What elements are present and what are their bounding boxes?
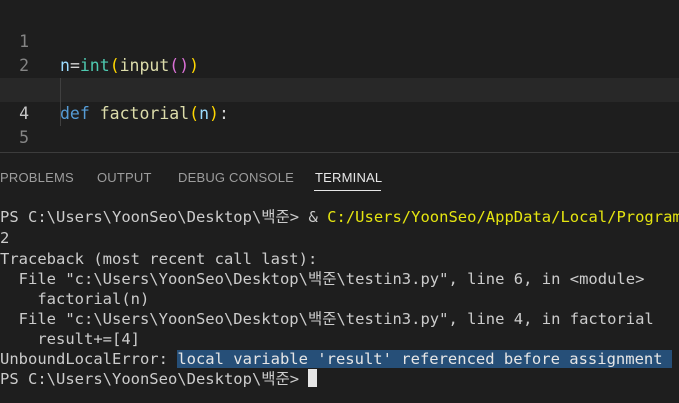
- bottom-panel: PROBLEMS OUTPUT DEBUG CONSOLE TERMINAL P…: [0, 152, 679, 403]
- terminal-line-prompt: PS C:\Users\YoonSeo\Desktop\백준>: [0, 369, 318, 389]
- indent-guide: [60, 78, 61, 102]
- tab-terminal[interactable]: TERMINAL: [315, 170, 382, 185]
- code-line[interactable]: 5 print(result): [0, 102, 679, 147]
- terminal-line-frame-code: factorial(n): [0, 290, 150, 308]
- code-line[interactable]: 1 n=int(input()): [0, 6, 679, 75]
- command-path: C:/Users/YoonSeo/AppData/Local/Programs/: [327, 208, 679, 226]
- tab-debug-console[interactable]: DEBUG CONSOLE: [178, 170, 294, 185]
- terminal-cursor: [308, 369, 318, 387]
- indent-guide: [60, 102, 61, 126]
- editor-scrolled-line-fragment: ‾‾‾: [60, 0, 90, 5]
- panel-tab-bar: PROBLEMS OUTPUT DEBUG CONSOLE TERMINAL: [0, 153, 679, 201]
- code-line[interactable]: 3 def factorial(n):: [0, 54, 679, 123]
- terminal-line-frame-file: File "c:\Users\YoonSeo\Desktop\백준\testin…: [0, 310, 654, 328]
- command-operator: &: [308, 208, 328, 226]
- tab-output[interactable]: OUTPUT: [97, 170, 152, 185]
- vscode-window: ‾‾‾ 1 n=int(input()) 2 result=[1] 3 def …: [0, 0, 679, 403]
- code-line-active[interactable]: 4 result+=[4]: [0, 78, 679, 123]
- terminal-line-frame-file: File "c:\Users\YoonSeo\Desktop\백준\testin…: [0, 270, 645, 288]
- code-line[interactable]: 2 result=[1]: [0, 30, 679, 99]
- tab-problems[interactable]: PROBLEMS: [0, 170, 74, 185]
- error-type: UnboundLocalError:: [0, 350, 178, 368]
- selected-error-message[interactable]: local variable 'result' referenced befor…: [177, 350, 672, 368]
- terminal-line-traceback-header: Traceback (most recent call last):: [0, 250, 318, 268]
- terminal-line-input: 2: [0, 229, 10, 247]
- code-line[interactable]: 6 factorial(n): [0, 126, 679, 150]
- terminal-prompt: PS C:\Users\YoonSeo\Desktop\백준>: [0, 370, 309, 388]
- code-editor[interactable]: ‾‾‾ 1 n=int(input()) 2 result=[1] 3 def …: [0, 0, 679, 152]
- terminal-line-error: UnboundLocalError: local variable 'resul…: [0, 349, 672, 369]
- terminal-prompt: PS C:\Users\YoonSeo\Desktop\백준>: [0, 208, 309, 226]
- terminal-line-frame-code: result+=[4]: [0, 330, 140, 348]
- terminal-line-command: PS C:\Users\YoonSeo\Desktop\백준> & C:/Use…: [0, 207, 679, 227]
- active-tab-indicator: [314, 190, 381, 191]
